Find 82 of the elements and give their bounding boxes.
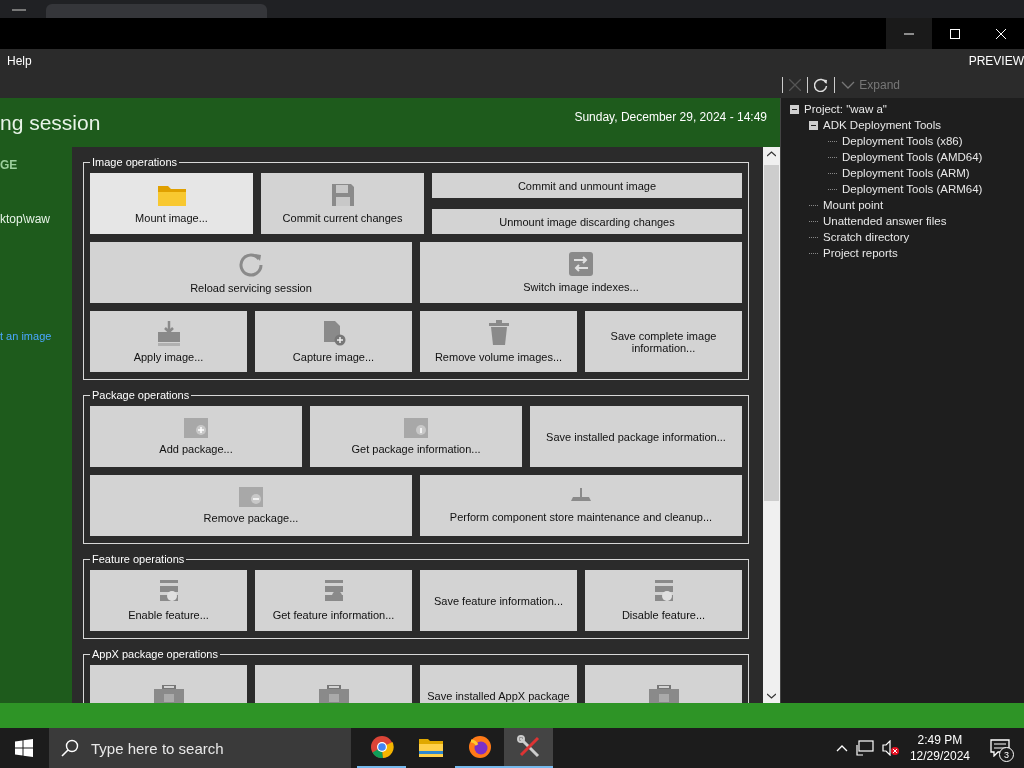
page-title: ng session bbox=[0, 110, 101, 135]
close-icon bbox=[996, 28, 1006, 39]
chevron-up-icon[interactable] bbox=[835, 744, 848, 752]
operation-button[interactable]: Capture image... bbox=[255, 311, 412, 372]
tree-item[interactable]: Deployment Tools (ARM64) bbox=[842, 183, 983, 195]
trash-icon bbox=[487, 320, 510, 346]
scroll-down-icon[interactable] bbox=[767, 693, 776, 699]
operation-button[interactable]: Mount image... bbox=[90, 173, 253, 234]
download-tray-icon bbox=[156, 320, 181, 346]
operation-button[interactable]: Remove package... bbox=[90, 475, 412, 536]
clock-date[interactable]: 12/29/2024 bbox=[909, 748, 970, 764]
section-heading: GE bbox=[0, 158, 19, 172]
collapse-toggle[interactable] bbox=[790, 104, 799, 114]
search-input[interactable]: Type here to search bbox=[89, 738, 333, 758]
clock-time[interactable]: 2:49 PM bbox=[917, 732, 963, 748]
operation-button[interactable]: Apply image... bbox=[90, 311, 247, 372]
image-path-text: ktop\waw bbox=[0, 212, 52, 226]
browser-menu-icon[interactable] bbox=[12, 9, 26, 14]
document-plus-icon bbox=[321, 320, 346, 346]
search-field[interactable]: Type here to search bbox=[49, 728, 351, 768]
fox-globe-icon bbox=[467, 735, 492, 759]
scroll-up-icon[interactable] bbox=[767, 151, 776, 157]
package-icon bbox=[184, 418, 208, 438]
operation-button[interactable]: Switch image indexes... bbox=[420, 242, 742, 303]
refresh-icon bbox=[238, 251, 264, 277]
briefcase-icon bbox=[153, 684, 184, 703]
operation-button[interactable]: Commit and unmount image bbox=[432, 173, 742, 198]
tree-item[interactable]: Deployment Tools (x86) bbox=[842, 135, 963, 147]
group-title: AppX package operations bbox=[91, 648, 219, 660]
scrollbar[interactable] bbox=[763, 147, 780, 703]
operation-button[interactable]: Unmount image discarding changes bbox=[432, 209, 742, 234]
operation-button[interactable]: Perform component store maintenance and cleanup... bbox=[420, 475, 742, 536]
tree-item[interactable]: ADK Deployment Tools bbox=[823, 119, 942, 131]
tree-item[interactable]: Unattended answer files bbox=[823, 215, 947, 227]
operation-button[interactable]: Disable feature... bbox=[585, 570, 742, 631]
operation-button[interactable]: Reload servicing session bbox=[90, 242, 412, 303]
package-icon bbox=[239, 487, 263, 507]
chrome-icon bbox=[369, 735, 394, 759]
scrollbar-thumb[interactable] bbox=[764, 165, 779, 501]
operation-button[interactable]: Enable feature... bbox=[90, 570, 247, 631]
tree-item[interactable]: Deployment Tools (AMD64) bbox=[842, 151, 983, 163]
tree-item[interactable]: Project: "waw a" bbox=[804, 103, 887, 115]
operation-button[interactable]: Remove volume images... bbox=[420, 311, 577, 372]
folder-icon bbox=[418, 737, 443, 757]
notification-button[interactable]: 3 bbox=[986, 734, 1014, 762]
feature-icon bbox=[322, 580, 345, 604]
swap-arrows-icon bbox=[569, 252, 593, 276]
muted-speaker-icon[interactable] bbox=[881, 740, 900, 756]
group-title: Image operations bbox=[91, 156, 178, 168]
group-title: Package operations bbox=[91, 389, 191, 401]
network-icon[interactable] bbox=[855, 740, 874, 756]
taskbar-app[interactable] bbox=[504, 728, 553, 768]
tree-item[interactable]: Mount point bbox=[823, 199, 884, 211]
operation-button[interactable]: Save installed package information... bbox=[530, 406, 742, 467]
group-title: Feature operations bbox=[91, 553, 186, 565]
package-icon bbox=[404, 418, 428, 438]
operation-button[interactable]: Save installed AppX package bbox=[420, 665, 577, 703]
feature-icon bbox=[157, 580, 180, 604]
preview-label: PREVIEW bbox=[968, 53, 1024, 68]
notification-count: 3 bbox=[999, 747, 1014, 762]
briefcase-icon bbox=[648, 684, 679, 703]
folder-icon bbox=[156, 183, 187, 207]
tree-item[interactable]: Scratch directory bbox=[823, 231, 910, 243]
operation-button[interactable]: Get package information... bbox=[310, 406, 522, 467]
operation-button[interactable]: Commit current changes bbox=[261, 173, 424, 234]
tree-item[interactable]: Project reports bbox=[823, 247, 898, 259]
collapse-toggle[interactable] bbox=[809, 120, 818, 130]
menu-item[interactable]: Help bbox=[7, 53, 32, 68]
search-icon bbox=[61, 739, 79, 757]
operation-button[interactable]: Save complete image information... bbox=[585, 311, 742, 372]
operation-button[interactable]: Save feature information... bbox=[420, 570, 577, 631]
tree-item[interactable]: Deployment Tools (ARM) bbox=[842, 167, 970, 179]
date-time-text: Sunday, December 29, 2024 - 14:49 bbox=[574, 109, 767, 124]
windows-start-icon[interactable] bbox=[15, 739, 33, 757]
chevron-down-icon bbox=[841, 81, 856, 89]
operation-button[interactable]: Get feature information... bbox=[255, 570, 412, 631]
briefcase-icon bbox=[318, 684, 349, 703]
wrench-screwdriver-icon bbox=[516, 735, 541, 759]
operation-button[interactable]: Add package... bbox=[90, 406, 302, 467]
maximize-icon bbox=[950, 28, 960, 39]
refresh-icon[interactable] bbox=[814, 78, 829, 92]
feature-icon bbox=[652, 580, 675, 604]
